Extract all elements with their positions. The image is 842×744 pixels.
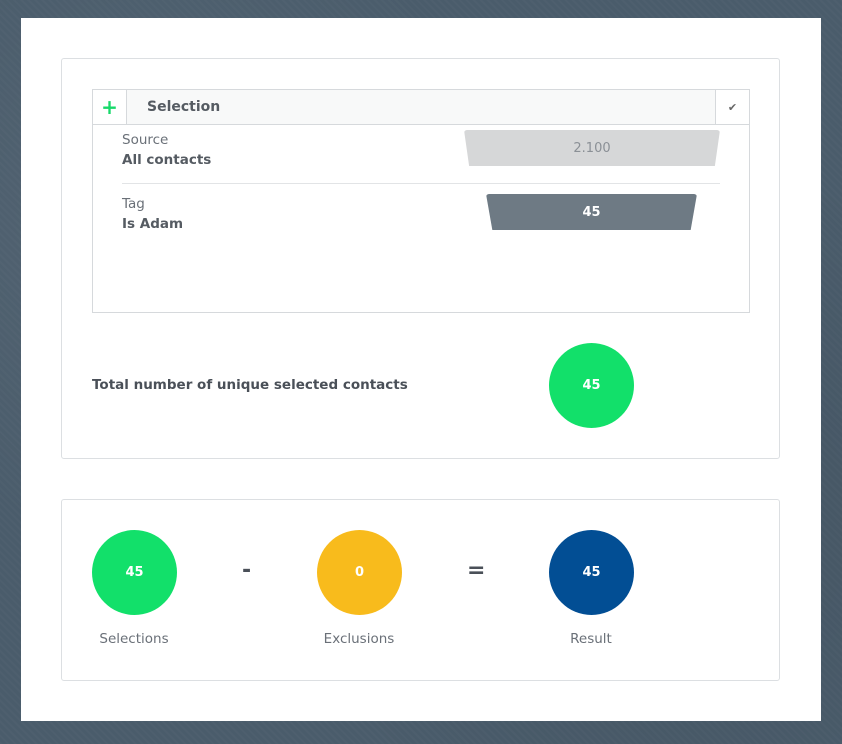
- selections-caption: Selections: [99, 631, 169, 647]
- total-label: Total number of unique selected contacts: [92, 377, 408, 393]
- exclusions-circle: 0: [317, 530, 402, 615]
- plus-icon[interactable]: +: [93, 90, 127, 124]
- page: + Selection ✔ Source All contacts 2.100 …: [21, 18, 821, 721]
- equals-operator: =: [467, 558, 486, 583]
- funnel-bar-source: 2.100: [464, 130, 720, 166]
- exclusions-caption: Exclusions: [323, 631, 395, 647]
- selection-panel: + Selection ✔ Source All contacts 2.100 …: [92, 89, 750, 313]
- selection-title: Selection: [147, 99, 221, 115]
- selection-row-tag: Tag Is Adam 45: [122, 194, 720, 258]
- funnel-bar-tag: 45: [486, 194, 697, 230]
- selection-row-source: Source All contacts 2.100: [122, 130, 720, 184]
- result-caption: Result: [570, 631, 612, 647]
- selection-card: + Selection ✔ Source All contacts 2.100 …: [61, 58, 780, 459]
- selection-header: + Selection ✔: [93, 90, 749, 125]
- minus-operator: -: [242, 558, 252, 583]
- total-count-circle: 45: [549, 343, 634, 428]
- checkmark-icon[interactable]: ✔: [715, 90, 749, 124]
- summary-card: 45 - 0 = 45 Selections Exclusions Result: [61, 499, 780, 681]
- result-circle: 45: [549, 530, 634, 615]
- selections-circle: 45: [92, 530, 177, 615]
